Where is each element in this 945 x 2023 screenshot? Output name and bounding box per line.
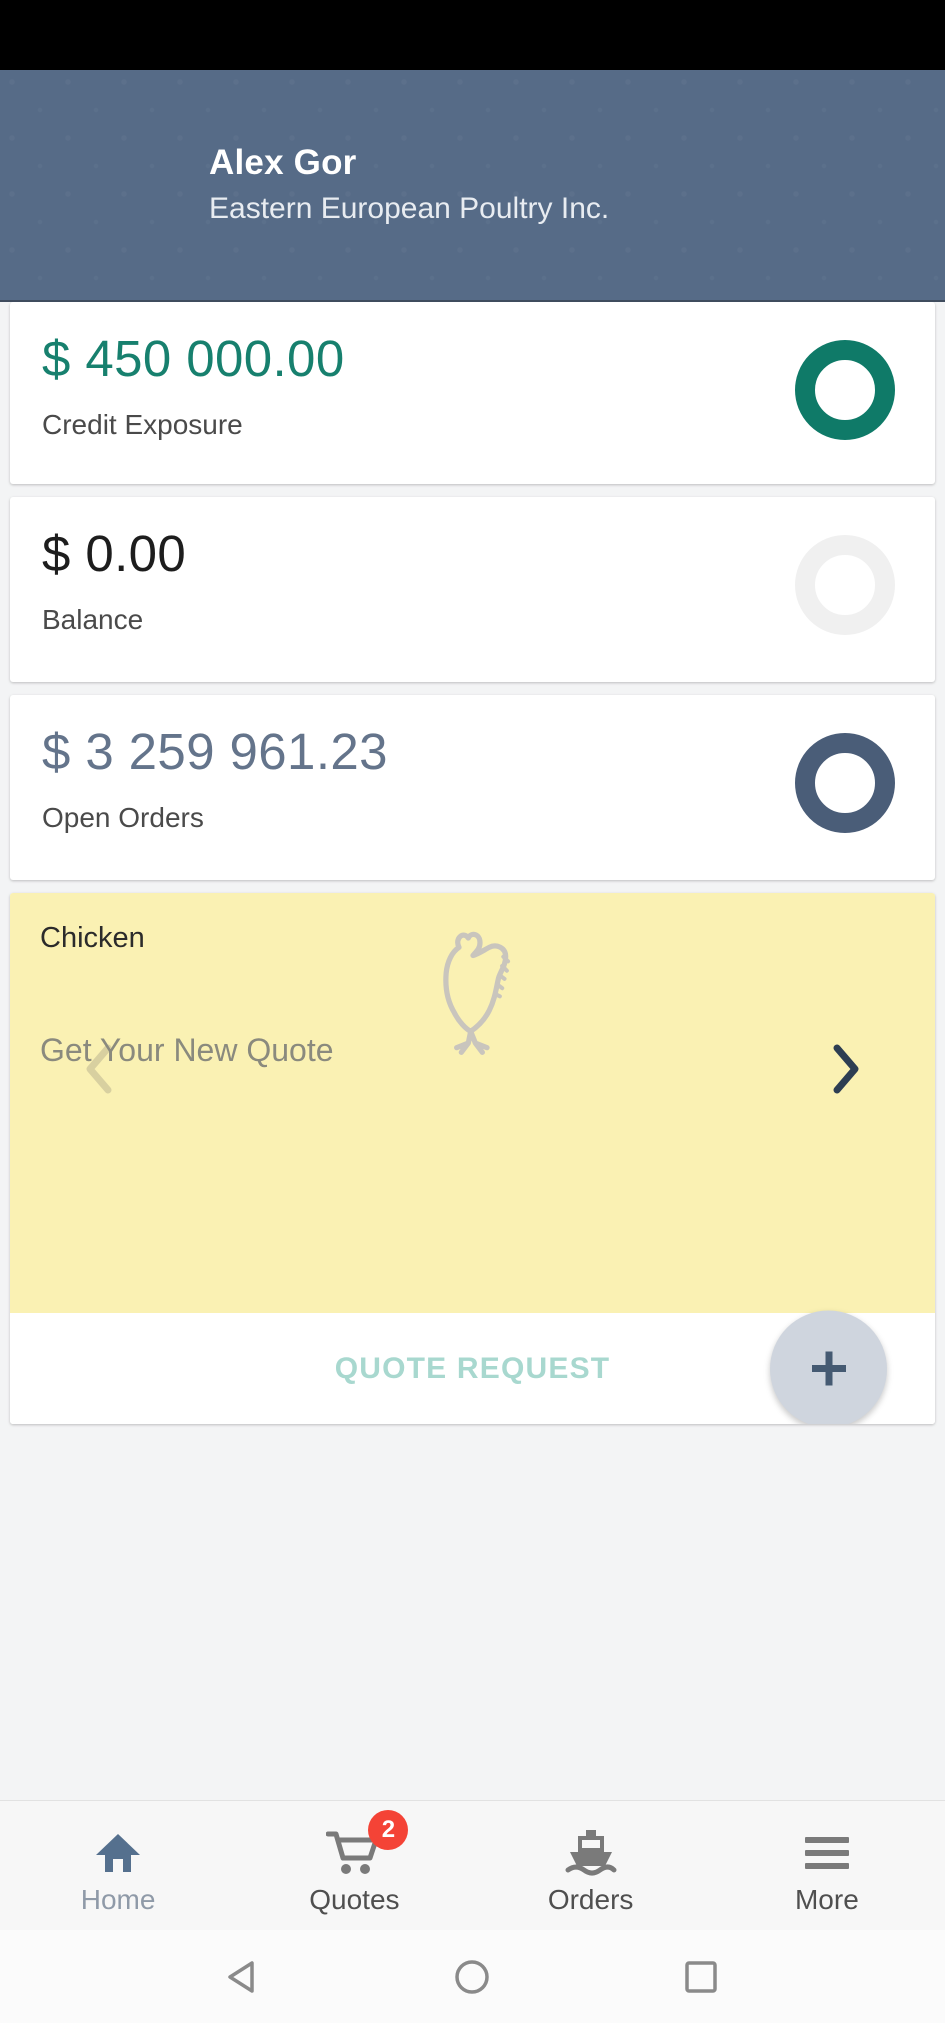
nav-item-orders[interactable]: Orders xyxy=(473,1801,709,1930)
balance-ring-icon xyxy=(795,535,895,635)
open-orders-card[interactable]: $ 3 259 961.23 Open Orders xyxy=(10,695,935,880)
nav-item-quotes[interactable]: 2 Quotes xyxy=(236,1801,472,1930)
promo-carousel-slide: Chicken Get Your New Quote xyxy=(10,893,935,1313)
open-orders-label: Open Orders xyxy=(42,801,204,833)
credit-exposure-text: $ 450 000.00 Credit Exposure xyxy=(42,330,345,441)
promo-subtitle: Get Your New Quote xyxy=(40,1032,334,1068)
quote-promo-card: Chicken Get Your New Quote QUOTE REQUEST xyxy=(10,893,935,1424)
hamburger-icon xyxy=(801,1826,853,1880)
credit-exposure-ring-icon xyxy=(795,340,895,440)
bottom-navigation-bar: Home 2 Quotes Orders More xyxy=(0,1800,945,1930)
chicken-outline-icon xyxy=(403,917,543,1057)
balance-label: Balance xyxy=(42,603,144,635)
quote-request-button[interactable]: QUOTE REQUEST xyxy=(335,1352,611,1386)
nav-label-quotes: Quotes xyxy=(309,1883,400,1915)
plus-icon xyxy=(811,1351,846,1386)
app-screen: Alex Gor Eastern European Poultry Inc. $… xyxy=(0,0,945,2023)
quotes-badge: 2 xyxy=(368,1809,409,1850)
nav-label-more: More xyxy=(794,1883,859,1915)
home-icon xyxy=(93,1826,143,1880)
main-content: $ 450 000.00 Credit Exposure $ 0.00 Bala… xyxy=(0,302,945,1800)
balance-amount: $ 0.00 xyxy=(42,525,187,582)
nav-label-home: Home xyxy=(80,1883,156,1915)
promo-footer: QUOTE REQUEST xyxy=(10,1310,935,1424)
add-quote-fab-button[interactable] xyxy=(770,1310,887,1424)
nav-item-home[interactable]: Home xyxy=(0,1801,236,1930)
balance-text: $ 0.00 Balance xyxy=(42,525,186,636)
cart-icon: 2 xyxy=(326,1809,409,1880)
status-bar xyxy=(0,0,945,70)
system-navigation-bar xyxy=(0,1930,945,2023)
carousel-next-button[interactable] xyxy=(817,1041,873,1097)
credit-exposure-amount: $ 450 000.00 xyxy=(42,330,345,387)
nav-label-orders: Orders xyxy=(547,1883,634,1915)
back-triangle-icon[interactable] xyxy=(204,1937,284,2017)
credit-exposure-card[interactable]: $ 450 000.00 Credit Exposure xyxy=(10,302,935,484)
company-name: Eastern European Poultry Inc. xyxy=(209,191,610,225)
user-name: Alex Gor xyxy=(209,142,357,182)
app-header: Alex Gor Eastern European Poultry Inc. xyxy=(0,70,945,302)
recents-square-icon[interactable] xyxy=(661,1937,741,2017)
open-orders-amount: $ 3 259 961.23 xyxy=(42,723,388,780)
credit-exposure-label: Credit Exposure xyxy=(42,408,243,440)
open-orders-text: $ 3 259 961.23 Open Orders xyxy=(42,723,388,834)
home-circle-icon[interactable] xyxy=(432,1937,512,2017)
nav-item-more[interactable]: More xyxy=(709,1801,945,1930)
balance-card[interactable]: $ 0.00 Balance xyxy=(10,497,935,682)
ship-icon xyxy=(564,1826,618,1880)
open-orders-ring-icon xyxy=(795,733,895,833)
